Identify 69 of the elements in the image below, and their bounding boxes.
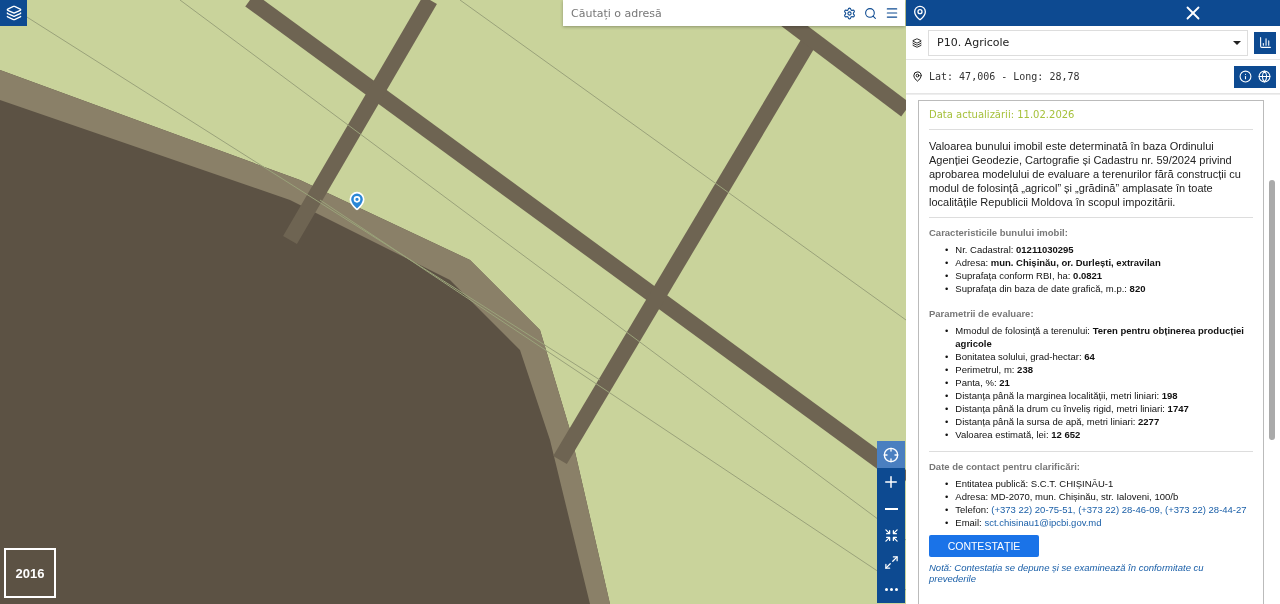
list-item: Nr. Cadastral: 01211030295 — [955, 243, 1074, 256]
settings-button[interactable] — [843, 6, 856, 20]
bullet: • — [945, 402, 949, 415]
list-item: Distanța până la sursa de apă, metri liniari: 2277 — [955, 415, 1160, 428]
map-pin-icon — [912, 71, 923, 82]
update-date: Data actualizării: 11.02.2026 — [929, 101, 1253, 130]
contact-link[interactable]: sct.chisinau1@ipcbi.gov.md — [984, 517, 1102, 528]
list-item: Distanța până la marginea localității, metri liniari: 198 — [955, 389, 1178, 402]
chart-button[interactable] — [1254, 31, 1276, 54]
note-text: Notă: Contestația se depune și se examinează în conformitate cu prevederile — [929, 562, 1205, 584]
list-item: Suprafața conform RBI, ha: 0.0821 — [955, 269, 1103, 282]
description-text: Valoarea bunului imobil este determinată în baza Ordinului Agenției Geodezie, Cartografie și Cadastru nr. 59/2024 privind aprobarea modelului de evaluare a terenurilor fără construcții cu modul de folosință „agricol” și „grădină” amplasate în toate localitățile Republicii Moldova în scopul impozitării. — [929, 130, 1253, 218]
search-field[interactable]: Căutați o adresă — [569, 5, 835, 21]
contact-link[interactable]: (+373 22) 20-75-51, (+373 22) 28-46-09, (+373 22) 28-44-27 — [991, 504, 1247, 515]
contest-button[interactable]: CONTESTAȚIE — [929, 535, 1039, 557]
bullet: • — [945, 324, 949, 338]
layer-select[interactable]: P10. Agricole — [928, 29, 1248, 56]
expand-icon — [883, 555, 899, 570]
info-button[interactable] — [1237, 68, 1254, 85]
locate-button[interactable] — [877, 441, 905, 468]
layers-button[interactable] — [0, 0, 27, 26]
bullet: • — [945, 282, 949, 295]
bullet: • — [945, 516, 949, 529]
search-bar[interactable]: Căutați o adresă — [563, 0, 905, 26]
list-item: Bonitatea solului, grad-hectar: 64 — [955, 350, 1095, 363]
bar-chart-icon — [1258, 36, 1272, 49]
bullet: • — [945, 428, 949, 441]
list-item: Valoarea estimată, lei: 12 652 — [955, 428, 1081, 441]
search-button[interactable] — [864, 6, 877, 20]
list-item: Mmodul de folosință a terenului: Teren pentru obținerea producției agricole — [955, 324, 1245, 350]
layers-icon — [5, 5, 22, 21]
section-title: Caracteristicile bunului imobil: — [929, 227, 1069, 238]
list-item: Adresa: mun. Chișinău, or. Durlești, extravilan — [955, 256, 1161, 269]
bullet: • — [945, 269, 949, 282]
bullet: • — [945, 389, 949, 402]
menu-button[interactable] — [885, 6, 899, 20]
bullet: • — [945, 477, 949, 490]
coordinates-text: Lat: 47,006 - Long: 28,78 — [929, 71, 1081, 82]
list-item: Distanța până la drum cu înveliș rigid, metri liniari: 1747 — [955, 402, 1189, 415]
map-pin-icon — [912, 5, 928, 21]
crosshair-icon — [883, 446, 899, 463]
section-title: Parametrii de evaluare: — [929, 308, 1035, 319]
bullet: • — [945, 350, 949, 363]
layers-icon — [912, 37, 922, 48]
list-item: Suprafața din baza de date grafică, m.p.: 820 — [955, 282, 1146, 295]
globe-icon — [1258, 70, 1271, 83]
list-item: Email: sct.chisinau1@ipcbi.gov.md — [955, 516, 1102, 529]
list-item: Entitatea publică: S.C.T. CHIȘINĂU-1 — [955, 477, 1114, 490]
menu-icon — [885, 6, 899, 20]
settings-icon — [843, 6, 856, 20]
globe-button[interactable] — [1256, 68, 1273, 85]
list-item: Telefon: (+373 22) 20-75-51, (+373 22) 28-46-09, (+373 22) 28-44-27 — [955, 503, 1247, 516]
minus-icon — [884, 507, 898, 510]
bullet: • — [945, 376, 949, 389]
list-item: Panta, %: 21 — [955, 376, 1010, 389]
bullet: • — [945, 490, 949, 503]
info-icon — [1239, 70, 1252, 83]
bullet: • — [945, 243, 949, 256]
bullet: • — [945, 415, 949, 428]
shrink-icon — [883, 528, 899, 543]
bullet: • — [945, 256, 949, 269]
list-item: Perimetrul, m: 238 — [955, 363, 1033, 376]
bullet: • — [945, 503, 949, 516]
search-icon — [864, 6, 877, 20]
more-icon — [884, 588, 898, 591]
list-item: Adresa: MD-2070, mun. Chișinău, str. Ialoveni, 100/b — [955, 490, 1179, 503]
section-title: Date de contact pentru clarificări: — [929, 461, 1081, 472]
year-button[interactable]: 2016 — [4, 548, 56, 598]
bullet: • — [945, 363, 949, 376]
